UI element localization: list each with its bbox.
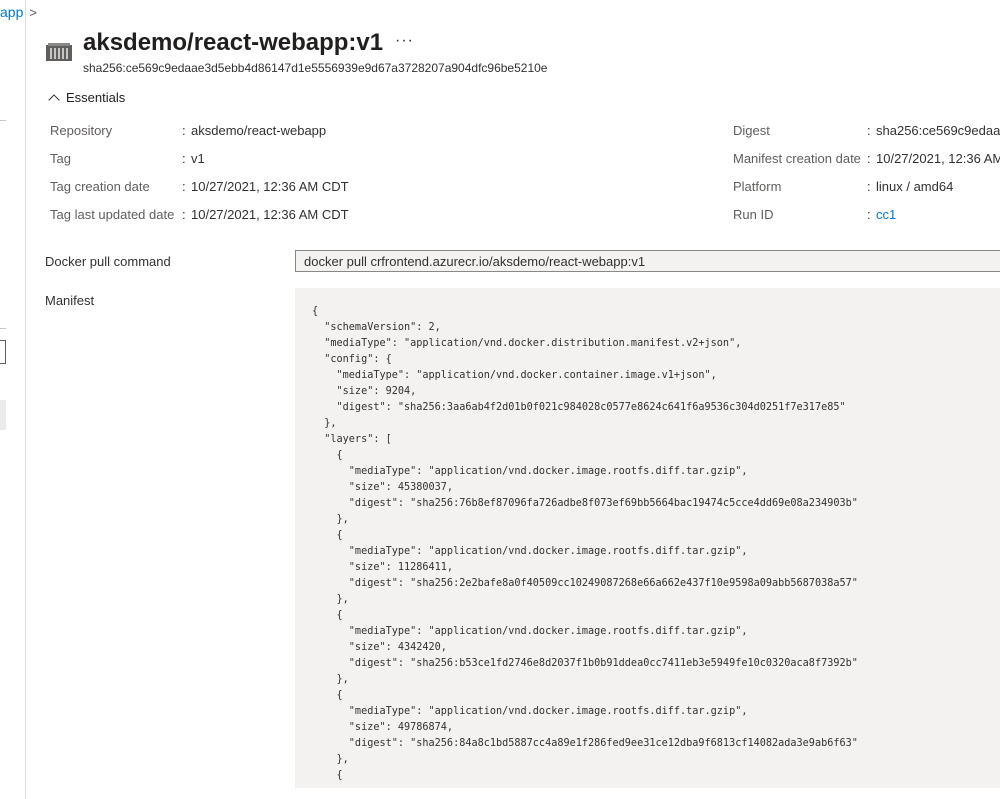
rail-selected-item[interactable] — [0, 400, 6, 430]
essentials-toggle[interactable]: Essentials — [48, 90, 126, 106]
essentials-colon: : — [182, 123, 186, 138]
essentials-colon: : — [182, 151, 186, 166]
essentials-value: 10/27/2021, 12:36 AM CDT — [191, 207, 349, 222]
essentials-label: Essentials — [66, 90, 126, 105]
essentials-colon: : — [867, 179, 871, 194]
docker-pull-label: Docker pull command — [45, 254, 171, 269]
container-image-icon — [45, 40, 73, 64]
rail-divider — [0, 120, 6, 121]
essentials-label: Platform — [733, 179, 782, 194]
docker-pull-command-field[interactable]: docker pull crfrontend.azurecr.io/aksdem… — [295, 250, 1000, 272]
essentials-value: linux / amd64 — [876, 179, 954, 194]
essentials-value: 10/27/2021, 12:36 AM — [876, 151, 1000, 166]
run-id-link[interactable]: cc1 — [876, 207, 896, 222]
essentials-label: Digest — [733, 123, 770, 138]
manifest-json: { "schemaVersion": 2, "mediaType": "appl… — [312, 306, 858, 781]
page-subtitle: sha256:ce569c9edaae3d5ebb4d86147d1e55569… — [83, 61, 548, 75]
rail-input-edge[interactable] — [0, 340, 6, 364]
essentials-value: v1 — [191, 151, 205, 166]
essentials-value: 10/27/2021, 12:36 AM CDT — [191, 179, 349, 194]
page-title: aksdemo/react-webapp:v1 — [83, 29, 384, 56]
essentials-value: sha256:ce569c9edaae — [876, 123, 1000, 138]
essentials-label: Repository — [50, 123, 113, 138]
essentials-colon: : — [867, 151, 871, 166]
essentials-value: aksdemo/react-webapp — [191, 123, 327, 138]
essentials-colon: : — [867, 123, 871, 138]
more-actions-button[interactable]: ··· — [395, 32, 414, 50]
essentials-colon: : — [867, 207, 871, 222]
essentials-label: Tag last updated date — [50, 207, 175, 222]
essentials-colon: : — [182, 179, 186, 194]
rail-divider — [0, 328, 6, 329]
essentials-label: Manifest creation date — [733, 151, 861, 166]
essentials-label: Run ID — [733, 207, 774, 222]
left-nav-rail — [0, 0, 26, 799]
breadcrumb-link[interactable]: app — [0, 4, 23, 20]
manifest-viewer[interactable]: { "schemaVersion": 2, "mediaType": "appl… — [295, 288, 1000, 788]
manifest-label: Manifest — [45, 293, 95, 308]
essentials-label: Tag creation date — [50, 179, 150, 194]
essentials-label: Tag — [50, 151, 71, 166]
breadcrumb: app > — [0, 4, 37, 20]
essentials-colon: : — [182, 207, 186, 222]
breadcrumb-separator: > — [29, 5, 37, 20]
chevron-up-icon — [48, 93, 60, 106]
